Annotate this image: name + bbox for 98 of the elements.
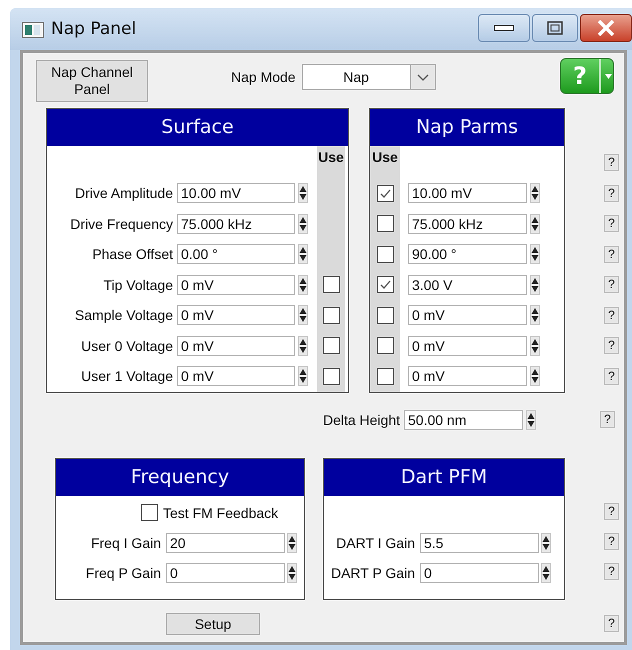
value-field[interactable]: 0 mV bbox=[177, 336, 295, 356]
maximize-icon bbox=[547, 21, 563, 35]
use-column-header: Use bbox=[370, 146, 400, 178]
chevron-down-icon bbox=[416, 74, 429, 80]
field-label: User 1 Voltage bbox=[80, 367, 174, 386]
spinner-arrows-icon[interactable] bbox=[530, 244, 540, 264]
checkbox[interactable] bbox=[322, 337, 340, 354]
help-button[interactable]: ? bbox=[600, 411, 615, 428]
spinner-arrows-icon[interactable] bbox=[287, 562, 297, 582]
checkbox[interactable] bbox=[376, 246, 394, 263]
spinner-arrows-icon[interactable] bbox=[530, 183, 540, 204]
panel-header: Surface bbox=[47, 109, 348, 146]
value-field[interactable]: 3.00 V bbox=[408, 274, 527, 295]
checkbox[interactable] bbox=[376, 337, 394, 354]
app-icon bbox=[22, 22, 44, 38]
help-button[interactable]: ? bbox=[604, 563, 619, 580]
minimize-button[interactable] bbox=[478, 14, 530, 42]
field-label: Delta Height bbox=[322, 412, 401, 428]
value-field[interactable]: 0 bbox=[420, 562, 539, 582]
value-field[interactable]: 0 mV bbox=[408, 336, 527, 356]
caret-icon bbox=[605, 74, 612, 78]
value-field[interactable]: 75.000 kHz bbox=[177, 214, 295, 234]
field-label: Drive Amplitude bbox=[74, 184, 174, 204]
help-button[interactable]: ? bbox=[604, 503, 619, 520]
nap-mode-dropdown[interactable]: Nap bbox=[302, 64, 436, 90]
spinner-arrows-icon[interactable] bbox=[298, 305, 308, 326]
use-column-header: Use bbox=[317, 146, 345, 178]
checkbox-label: Test FM Feedback bbox=[163, 504, 278, 520]
field-label: Drive Frequency bbox=[69, 214, 174, 234]
value-field[interactable]: 20 bbox=[166, 532, 285, 552]
field-label: Freq I Gain bbox=[90, 534, 161, 550]
spinner-arrows-icon[interactable] bbox=[530, 366, 540, 386]
help-button[interactable]: ? bbox=[604, 368, 619, 385]
checkbox[interactable] bbox=[141, 504, 158, 521]
checkbox[interactable] bbox=[322, 276, 340, 294]
spinner-arrows-icon[interactable] bbox=[298, 214, 308, 234]
field-label: Phase Offset bbox=[91, 245, 174, 264]
field-label: Sample Voltage bbox=[74, 306, 174, 326]
value-field[interactable]: 0 bbox=[166, 562, 285, 582]
spinner-arrows-icon[interactable] bbox=[298, 366, 308, 386]
value-field[interactable]: 0 mV bbox=[177, 274, 295, 295]
checkbox[interactable] bbox=[376, 276, 394, 294]
nap-mode-label: Nap Mode bbox=[231, 69, 296, 85]
help-button[interactable]: ? bbox=[604, 276, 619, 294]
help-button[interactable]: ? bbox=[604, 184, 619, 202]
help-button[interactable]: ? bbox=[604, 306, 619, 324]
spinner-arrows-icon[interactable] bbox=[287, 532, 297, 552]
spinner-arrows-icon[interactable] bbox=[298, 183, 308, 204]
minimize-icon bbox=[494, 25, 514, 31]
help-button[interactable]: ? bbox=[604, 615, 619, 632]
field-label: User 0 Voltage bbox=[80, 336, 174, 356]
nap-channel-panel-button[interactable]: Nap Channel Panel bbox=[36, 60, 148, 102]
spinner-arrows-icon[interactable] bbox=[530, 336, 540, 356]
checkmark-icon bbox=[380, 188, 390, 198]
checkmark-icon bbox=[380, 280, 390, 290]
checkbox[interactable] bbox=[376, 184, 394, 202]
value-field[interactable]: 0 mV bbox=[177, 305, 295, 326]
spinner-arrows-icon[interactable] bbox=[298, 336, 308, 356]
spinner-arrows-icon[interactable] bbox=[530, 305, 540, 326]
value-field[interactable]: 75.000 kHz bbox=[408, 214, 527, 234]
checkbox[interactable] bbox=[322, 368, 340, 385]
field-label: DART I Gain bbox=[335, 534, 415, 550]
value-field[interactable]: 5.5 bbox=[420, 532, 539, 552]
help-button[interactable]: ? bbox=[604, 154, 619, 170]
value-field[interactable]: 10.00 mV bbox=[408, 183, 527, 204]
value-field[interactable]: 0 mV bbox=[408, 366, 527, 386]
spinner-arrows-icon[interactable] bbox=[298, 244, 308, 264]
panel-header: Dart PFM bbox=[324, 458, 564, 496]
close-icon bbox=[597, 20, 615, 36]
value-field[interactable]: 10.00 mV bbox=[177, 183, 295, 204]
checkbox[interactable] bbox=[376, 215, 394, 232]
field-label: Freq P Gain bbox=[84, 564, 161, 580]
checkbox[interactable] bbox=[376, 368, 394, 385]
checkbox[interactable] bbox=[376, 306, 394, 324]
help-button[interactable]: ? bbox=[604, 337, 619, 354]
field-label: DART P Gain bbox=[330, 564, 415, 580]
help-button[interactable]: ? bbox=[604, 246, 619, 263]
checkbox[interactable] bbox=[322, 306, 340, 324]
spinner-arrows-icon[interactable] bbox=[530, 214, 540, 234]
panel-header: Nap Parms bbox=[370, 109, 564, 146]
close-button[interactable] bbox=[580, 14, 632, 42]
spinner-arrows-icon[interactable] bbox=[541, 562, 551, 582]
value-field[interactable]: 50.00 nm bbox=[404, 410, 523, 430]
panel-header: Frequency bbox=[56, 458, 304, 496]
spinner-arrows-icon[interactable] bbox=[541, 532, 551, 552]
field-label: Tip Voltage bbox=[102, 276, 174, 295]
value-field[interactable]: 90.00 ° bbox=[408, 244, 527, 264]
setup-button[interactable]: Setup bbox=[166, 612, 260, 634]
maximize-button[interactable] bbox=[532, 14, 578, 42]
value-field[interactable]: 0 mV bbox=[408, 305, 527, 326]
value-field[interactable]: 0.00 ° bbox=[177, 244, 295, 264]
spinner-arrows-icon[interactable] bbox=[526, 410, 536, 430]
window-title: Nap Panel bbox=[51, 19, 136, 39]
spinner-arrows-icon[interactable] bbox=[530, 274, 540, 295]
help-button[interactable]: ? bbox=[604, 215, 619, 232]
help-button[interactable]: ? bbox=[604, 533, 619, 550]
value-field[interactable]: 0 mV bbox=[177, 366, 295, 386]
spinner-arrows-icon[interactable] bbox=[298, 274, 308, 295]
